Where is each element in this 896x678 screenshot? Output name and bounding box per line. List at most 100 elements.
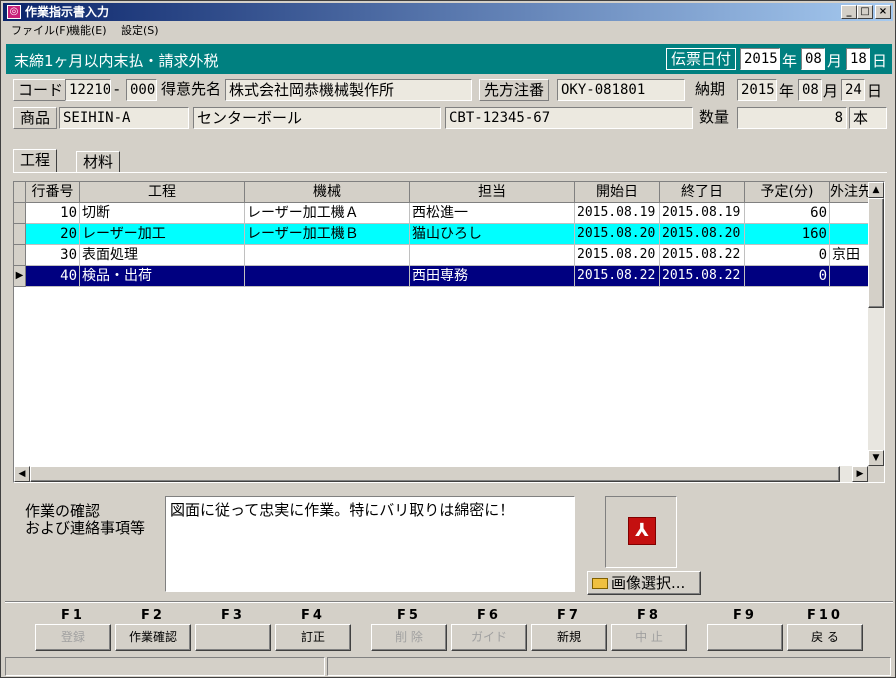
cell-no[interactable]: 30	[26, 245, 80, 266]
image-preview[interactable]: ⅄	[605, 496, 677, 568]
due-month-unit: 月	[823, 82, 839, 100]
cell-end[interactable]: 2015.08.22	[660, 245, 745, 266]
menu-file[interactable]: ファイル(F)	[11, 22, 70, 40]
close-button[interactable]: ×	[875, 5, 891, 19]
code-label: コード	[13, 79, 69, 101]
notes-label-line2: および連絡事項等	[25, 519, 146, 537]
col-header-minutes[interactable]: 予定(分)	[745, 182, 830, 203]
minimize-button[interactable]: _	[841, 5, 857, 19]
cell-start[interactable]: 2015.08.19	[575, 203, 660, 224]
cell-staff[interactable]: 西松進一	[410, 203, 575, 224]
product-code-field[interactable]: SEIHIN-A	[59, 107, 189, 129]
customer-field[interactable]: 株式会社岡恭機械製作所	[225, 79, 472, 101]
cell-no[interactable]: 20	[26, 224, 80, 245]
delete-button[interactable]: 削 除	[371, 624, 447, 651]
fkey-label-f3: F3	[221, 608, 245, 623]
cell-end[interactable]: 2015.08.19	[660, 203, 745, 224]
scroll-down-button[interactable]: ▼	[868, 450, 884, 466]
f3-button[interactable]	[195, 624, 271, 651]
notes-textarea[interactable]: 図面に従って忠実に作業。特にバリ取りは綿密に！	[165, 496, 575, 592]
col-header-start[interactable]: 開始日	[575, 182, 660, 203]
cell-no[interactable]: 40	[26, 266, 80, 287]
cell-minutes[interactable]: 0	[745, 245, 830, 266]
row-selector[interactable]	[14, 203, 26, 224]
cell-machine[interactable]: レーザー加工機Ａ	[245, 203, 410, 224]
due-year-field[interactable]: 2015	[737, 79, 777, 101]
cell-machine[interactable]	[245, 266, 410, 287]
code-field[interactable]: 12210	[65, 79, 111, 101]
slip-day-field[interactable]: 18	[846, 48, 870, 70]
qty-field[interactable]: 8	[737, 107, 847, 129]
tab-process[interactable]: 工程	[13, 149, 58, 173]
cell-vendor[interactable]	[830, 224, 870, 245]
menu-function[interactable]: 機能(E)	[69, 22, 107, 40]
new-button[interactable]: 新規	[531, 624, 607, 651]
product-no-field[interactable]: CBT-12345-67	[445, 107, 693, 129]
col-header-end[interactable]: 終了日	[660, 182, 745, 203]
due-month-field[interactable]: 08	[798, 79, 822, 101]
app-icon[interactable]: ◎	[7, 5, 21, 19]
maximize-button[interactable]: □	[857, 5, 873, 19]
tab-underline	[13, 172, 887, 173]
due-day-unit: 日	[867, 82, 883, 100]
f9-button[interactable]	[707, 624, 783, 651]
cell-no[interactable]: 10	[26, 203, 80, 224]
col-header-machine[interactable]: 機械	[245, 182, 410, 203]
header-band: 末締1ヶ月以内末払・請求外税 伝票日付 2015 年 08 月 18 日	[6, 44, 892, 74]
cancel-button[interactable]: 中 止	[611, 624, 687, 651]
slip-month-field[interactable]: 08	[801, 48, 825, 70]
tab-material[interactable]: 材料	[76, 151, 121, 173]
cell-vendor[interactable]: 京田	[830, 245, 870, 266]
cell-machine[interactable]: レーザー加工機Ｂ	[245, 224, 410, 245]
back-button[interactable]: 戻 る	[787, 624, 863, 651]
payment-condition: 末締1ヶ月以内末払・請求外税	[14, 52, 219, 70]
scroll-up-button[interactable]: ▲	[868, 182, 884, 198]
cell-end[interactable]: 2015.08.22	[660, 266, 745, 287]
scroll-right-button[interactable]: ▶	[852, 466, 868, 482]
window-title: 作業指示書入力	[25, 5, 110, 19]
fkey-label-f10: F10	[807, 608, 843, 623]
cell-minutes[interactable]: 60	[745, 203, 830, 224]
h-scroll-thumb[interactable]	[30, 466, 840, 482]
cell-start[interactable]: 2015.08.20	[575, 224, 660, 245]
slip-year-field[interactable]: 2015	[740, 48, 780, 70]
work-confirm-button[interactable]: 作業確認	[115, 624, 191, 651]
col-header-vendor[interactable]: 外注先	[830, 182, 870, 203]
due-day-field[interactable]: 24	[841, 79, 865, 101]
cell-staff[interactable]: 西田専務	[410, 266, 575, 287]
cell-minutes[interactable]: 160	[745, 224, 830, 245]
cell-process[interactable]: 切断	[80, 203, 245, 224]
row-selector[interactable]	[14, 245, 26, 266]
grid-corner	[14, 182, 26, 203]
col-header-process[interactable]: 工程	[80, 182, 245, 203]
cell-machine[interactable]	[245, 245, 410, 266]
cell-process[interactable]: 検品・出荷	[80, 266, 245, 287]
code-sub-field[interactable]: 000	[126, 79, 157, 101]
guide-button[interactable]: ガイド	[451, 624, 527, 651]
cell-staff[interactable]	[410, 245, 575, 266]
cell-vendor[interactable]	[830, 203, 870, 224]
cell-staff[interactable]: 猫山ひろし	[410, 224, 575, 245]
cell-vendor[interactable]	[830, 266, 870, 287]
fkey-label-f1: F1	[61, 608, 85, 623]
row-selector[interactable]	[14, 224, 26, 245]
register-button[interactable]: 登録	[35, 624, 111, 651]
cell-start[interactable]: 2015.08.20	[575, 245, 660, 266]
cell-start[interactable]: 2015.08.22	[575, 266, 660, 287]
select-image-button[interactable]: 画像選択...	[587, 571, 701, 595]
menu-settings[interactable]: 設定(S)	[121, 22, 159, 40]
current-row-marker[interactable]: ▶	[14, 266, 26, 287]
cell-end[interactable]: 2015.08.20	[660, 224, 745, 245]
cell-process[interactable]: 表面処理	[80, 245, 245, 266]
order-no-field[interactable]: OKY-081801	[557, 79, 685, 101]
correct-button[interactable]: 訂正	[275, 624, 351, 651]
col-header-staff[interactable]: 担当	[410, 182, 575, 203]
scroll-left-button[interactable]: ◀	[14, 466, 30, 482]
process-grid[interactable]: 行番号 工程 機械 担当 開始日 終了日 予定(分) 外注先 10 切断 レーザ…	[13, 181, 885, 483]
product-name-field[interactable]: センターボール	[193, 107, 441, 129]
qty-unit-field[interactable]: 本	[849, 107, 887, 129]
cell-process[interactable]: レーザー加工	[80, 224, 245, 245]
col-header-no[interactable]: 行番号	[26, 182, 80, 203]
cell-minutes[interactable]: 0	[745, 266, 830, 287]
scroll-thumb[interactable]	[868, 198, 884, 308]
